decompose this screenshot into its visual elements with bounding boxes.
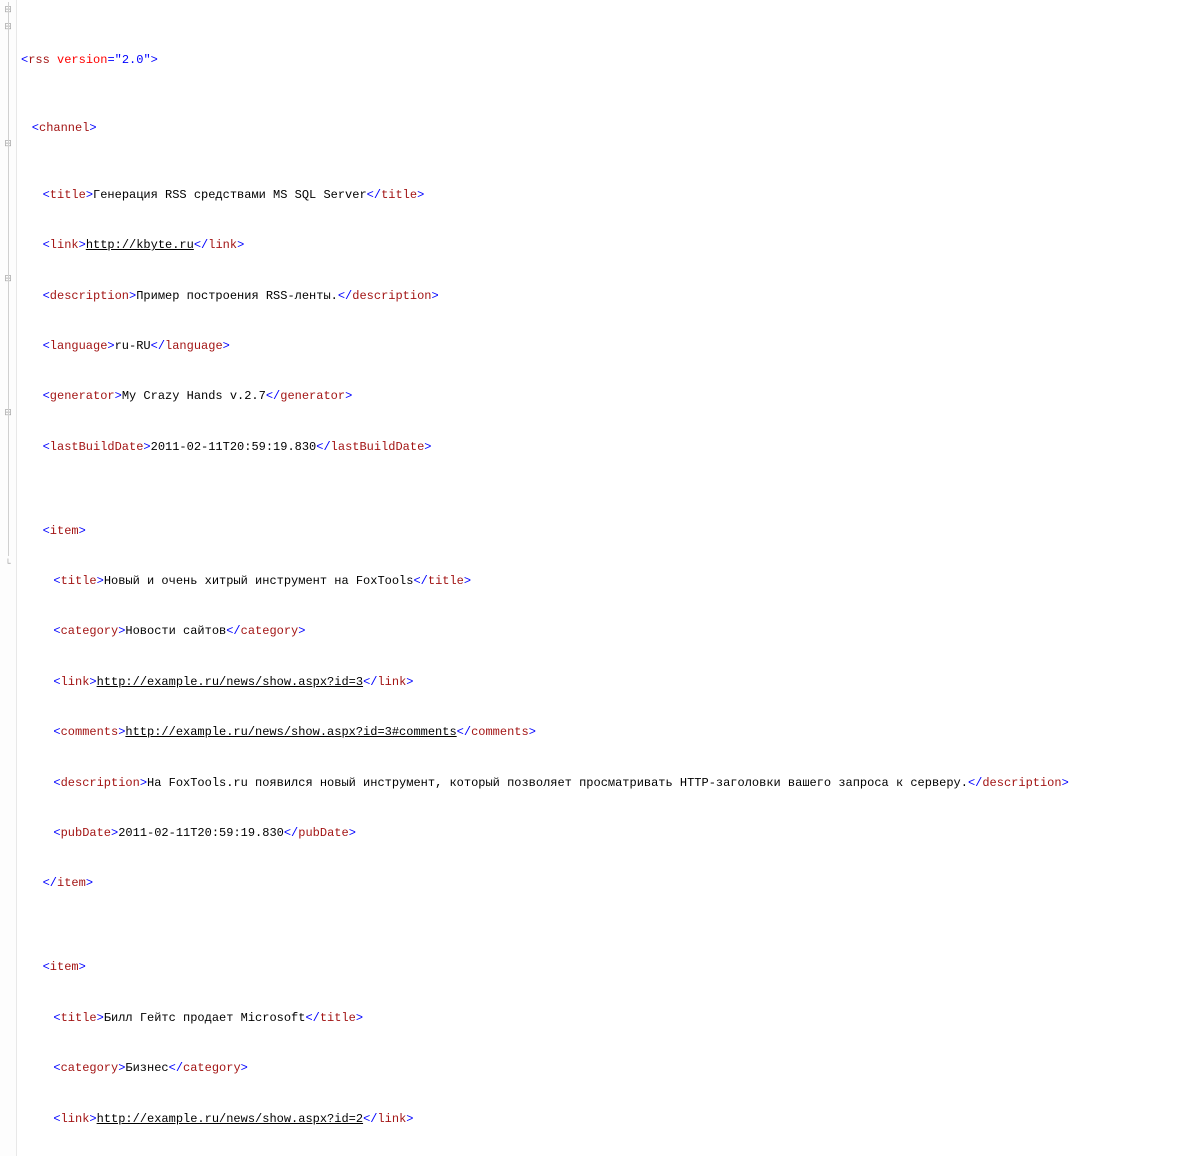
fold-line xyxy=(0,120,16,137)
xml-line: <item> xyxy=(21,959,1069,976)
xml-line: <category>Бизнес</category> xyxy=(21,1060,1069,1077)
fold-line xyxy=(0,52,16,69)
fold-line xyxy=(0,36,16,53)
fold-gutter: ⊟ ⊟ ⊟ ⊟ ⊟ └ xyxy=(0,0,17,1156)
xml-line: <item> xyxy=(21,523,1069,540)
fold-line xyxy=(0,456,16,473)
fold-line xyxy=(0,288,16,305)
fold-line xyxy=(0,472,16,489)
fold-line xyxy=(0,338,16,355)
url-link[interactable]: http://example.ru/news/show.aspx?id=2 xyxy=(97,1112,363,1126)
code-body[interactable]: <rss version="2.0"> <channel> <title>Ген… xyxy=(17,0,1069,1156)
url-link[interactable]: http://example.ru/news/show.aspx?id=3 xyxy=(97,675,363,689)
fold-end: └ xyxy=(0,556,16,573)
fold-line xyxy=(0,422,16,439)
fold-line xyxy=(0,489,16,506)
xml-line: <comments>http://example.ru/news/show.as… xyxy=(21,724,1069,741)
code-editor: ⊟ ⊟ ⊟ ⊟ ⊟ └ <rss version xyxy=(0,0,1196,1156)
fold-line xyxy=(0,204,16,221)
fold-toggle[interactable]: ⊟ xyxy=(0,405,16,422)
xml-line: <channel> xyxy=(21,120,1069,137)
fold-line xyxy=(0,321,16,338)
xml-line: <category>Новости сайтов</category> xyxy=(21,623,1069,640)
url-link[interactable]: http://example.ru/news/show.aspx?id=3#co… xyxy=(125,725,456,739)
xml-line: <link>http://example.ru/news/show.aspx?i… xyxy=(21,674,1069,691)
xml-line: <title>Новый и очень хитрый инструмент н… xyxy=(21,573,1069,590)
fold-line xyxy=(0,523,16,540)
fold-line xyxy=(0,103,16,120)
fold-line xyxy=(0,372,16,389)
xml-line: <description>На FoxTools.ru появился нов… xyxy=(21,775,1069,792)
fold-line xyxy=(0,237,16,254)
xml-line: <description>Пример построения RSS-ленты… xyxy=(21,288,1069,305)
xml-line: <link>http://kbyte.ru</link> xyxy=(21,237,1069,254)
fold-line xyxy=(0,86,16,103)
xml-line: <title>Генерация RSS средствами MS SQL S… xyxy=(21,187,1069,204)
fold-line xyxy=(0,506,16,523)
xml-line: <link>http://example.ru/news/show.aspx?i… xyxy=(21,1111,1069,1128)
fold-toggle[interactable]: ⊟ xyxy=(0,2,16,19)
url-link[interactable]: http://kbyte.ru xyxy=(86,238,194,252)
fold-line xyxy=(0,187,16,204)
fold-line xyxy=(0,153,16,170)
fold-line xyxy=(0,388,16,405)
xml-line: <rss version="2.0"> xyxy=(21,52,1069,69)
fold-line xyxy=(0,355,16,372)
xml-line: <pubDate>2011-02-11T20:59:19.830</pubDat… xyxy=(21,825,1069,842)
xml-line: <language>ru-RU</language> xyxy=(21,338,1069,355)
fold-line xyxy=(0,439,16,456)
xml-line: </item> xyxy=(21,875,1069,892)
fold-line xyxy=(0,69,16,86)
fold-line xyxy=(0,304,16,321)
xml-line: <generator>My Crazy Hands v.2.7</generat… xyxy=(21,388,1069,405)
fold-line xyxy=(0,170,16,187)
xml-line: <lastBuildDate>2011-02-11T20:59:19.830</… xyxy=(21,439,1069,456)
fold-toggle[interactable]: ⊟ xyxy=(0,19,16,36)
fold-line xyxy=(0,540,16,557)
xml-line: <title>Билл Гейтс продает Microsoft</tit… xyxy=(21,1010,1069,1027)
fold-toggle[interactable]: ⊟ xyxy=(0,136,16,153)
fold-toggle[interactable]: ⊟ xyxy=(0,271,16,288)
fold-line xyxy=(0,220,16,237)
fold-line xyxy=(0,254,16,271)
